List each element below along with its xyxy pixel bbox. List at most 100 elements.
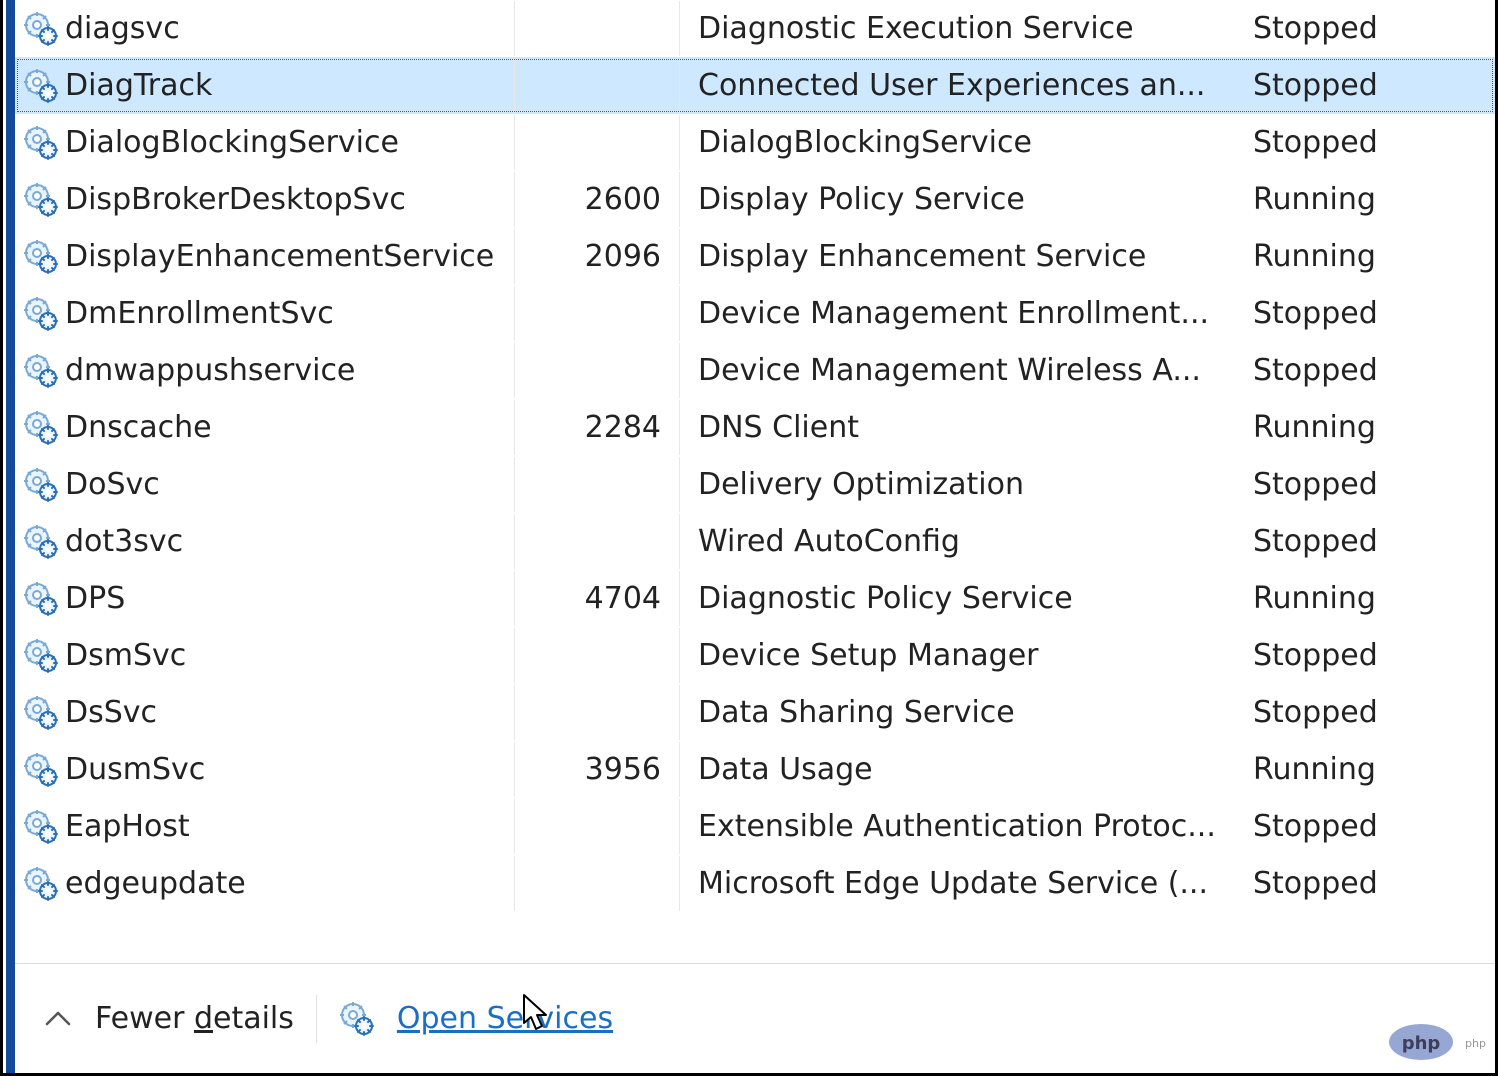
- cell-status: Running: [1245, 172, 1495, 227]
- cell-pid: [515, 286, 680, 341]
- cell-status: Stopped: [1245, 286, 1495, 341]
- cell-name: DusmSvc: [15, 742, 515, 797]
- service-icon: [23, 695, 59, 731]
- open-services-link[interactable]: Open Services: [397, 1001, 613, 1036]
- table-row[interactable]: DPS4704Diagnostic Policy ServiceRunning: [15, 570, 1495, 627]
- content-area: diagsvc Diagnostic Execution Service Stopp…: [15, 0, 1495, 1073]
- cell-description: Diagnostic Execution Service: [680, 1, 1245, 56]
- cell-description: Data Usage: [680, 742, 1245, 797]
- cell-name: diagsvc: [15, 1, 515, 56]
- cell-pid: [515, 628, 680, 683]
- service-icon: [23, 353, 59, 389]
- table-row[interactable]: DisplayEnhancementService 2096 Display Enh…: [15, 228, 1495, 285]
- cell-description: Device Setup Manager: [680, 628, 1245, 683]
- window-left-accent: [6, 0, 15, 1073]
- cell-status: Running: [1245, 571, 1495, 626]
- service-name: DoSvc: [65, 467, 160, 502]
- cell-pid: 4704: [515, 571, 680, 626]
- service-status: Stopped: [1253, 638, 1378, 673]
- service-name: DispBrokerDesktopSvc: [65, 182, 406, 217]
- chevron-up-icon[interactable]: [43, 1004, 73, 1034]
- service-icon: [339, 1001, 375, 1037]
- services-table[interactable]: diagsvc Diagnostic Execution Service Stopp…: [15, 0, 1495, 963]
- cell-status: Stopped: [1245, 799, 1495, 854]
- footer-divider: [316, 995, 317, 1043]
- service-icon: [23, 467, 59, 503]
- table-row[interactable]: DiagTrackConnected User Experiences an..…: [15, 57, 1495, 114]
- service-icon: [23, 239, 59, 275]
- table-row[interactable]: Dnscache2284DNS ClientRunning: [15, 399, 1495, 456]
- cell-status: Stopped: [1245, 514, 1495, 569]
- cell-status: Stopped: [1245, 58, 1495, 113]
- service-status: Stopped: [1253, 11, 1378, 46]
- service-description: Device Management Wireless A...: [698, 353, 1201, 388]
- cell-description: Wired AutoConfig: [680, 514, 1245, 569]
- service-description: Data Sharing Service: [698, 695, 1015, 730]
- fewer-details-button[interactable]: Fewer details: [95, 1001, 294, 1036]
- table-row[interactable]: dmwappushserviceDevice Management Wirele…: [15, 342, 1495, 399]
- service-description: Device Setup Manager: [698, 638, 1039, 673]
- services-panel: diagsvc Diagnostic Execution Service Stopp…: [0, 0, 1498, 1076]
- service-name: DusmSvc: [65, 752, 205, 787]
- cell-description: Display Enhancement Service: [680, 229, 1245, 284]
- service-status: Stopped: [1253, 125, 1378, 160]
- table-row[interactable]: DispBrokerDesktopSvc2600Display Policy S…: [15, 171, 1495, 228]
- cell-pid: 2600: [515, 172, 680, 227]
- cell-pid: [515, 799, 680, 854]
- cell-pid: [515, 58, 680, 113]
- cell-description: Extensible Authentication Protoc...: [680, 799, 1245, 854]
- service-status: Stopped: [1253, 809, 1378, 844]
- service-status: Running: [1253, 581, 1376, 616]
- table-row[interactable]: dot3svc Wired AutoConfigStopped: [15, 513, 1495, 570]
- service-status: Stopped: [1253, 467, 1378, 502]
- service-status: Stopped: [1253, 296, 1378, 331]
- service-name: edgeupdate: [65, 866, 246, 901]
- cell-name: DialogBlockingService: [15, 115, 515, 170]
- service-name: DsmSvc: [65, 638, 186, 673]
- cell-pid: [515, 856, 680, 911]
- service-description: Delivery Optimization: [698, 467, 1024, 502]
- cell-description: Data Sharing Service: [680, 685, 1245, 740]
- service-description: Diagnostic Execution Service: [698, 11, 1134, 46]
- table-row[interactable]: DoSvc Delivery Optimization Stopped: [15, 456, 1495, 513]
- cell-name: EapHost: [15, 799, 515, 854]
- service-icon: [23, 182, 59, 218]
- table-row[interactable]: DmEnrollmentSvcDevice Management Enrollm…: [15, 285, 1495, 342]
- service-icon: [23, 752, 59, 788]
- service-pid: 3956: [585, 752, 661, 787]
- fewer-details-label: Fewer details: [95, 1001, 294, 1036]
- service-pid: 2096: [585, 239, 661, 274]
- service-name: DiagTrack: [65, 68, 212, 103]
- cell-status: Stopped: [1245, 343, 1495, 398]
- service-icon: [23, 68, 59, 104]
- cell-pid: [515, 457, 680, 512]
- cell-description: Device Management Enrollment...: [680, 286, 1245, 341]
- cell-name: DsSvc: [15, 685, 515, 740]
- service-icon: [23, 809, 59, 845]
- cell-name: DoSvc: [15, 457, 515, 512]
- table-row[interactable]: DsmSvc Device Setup Manager Stopped: [15, 627, 1495, 684]
- table-row[interactable]: edgeupdateMicrosoft Edge Update Service …: [15, 855, 1495, 912]
- service-status: Stopped: [1253, 866, 1378, 901]
- service-pid: 2600: [585, 182, 661, 217]
- table-row[interactable]: EapHost Extensible Authentication Protoc.…: [15, 798, 1495, 855]
- service-status: Running: [1253, 752, 1376, 787]
- service-status: Stopped: [1253, 68, 1378, 103]
- service-pid: 4704: [585, 581, 661, 616]
- service-description: Data Usage: [698, 752, 873, 787]
- service-name: DisplayEnhancementService: [65, 239, 494, 274]
- service-name: DsSvc: [65, 695, 157, 730]
- table-row[interactable]: DsSvcData Sharing ServiceStopped: [15, 684, 1495, 741]
- cell-description: Delivery Optimization: [680, 457, 1245, 512]
- service-icon: [23, 410, 59, 446]
- cell-description: Device Management Wireless A...: [680, 343, 1245, 398]
- service-name: dot3svc: [65, 524, 183, 559]
- table-row[interactable]: DusmSvc 3956 Data Usage Running: [15, 741, 1495, 798]
- service-name: DialogBlockingService: [65, 125, 399, 160]
- service-name: DPS: [65, 581, 125, 616]
- service-description: Display Enhancement Service: [698, 239, 1146, 274]
- table-row[interactable]: DialogBlockingServiceDialogBlockingServi…: [15, 114, 1495, 171]
- service-icon: [23, 581, 59, 617]
- table-row[interactable]: diagsvc Diagnostic Execution Service Stopp…: [15, 0, 1495, 57]
- cell-name: edgeupdate: [15, 856, 515, 911]
